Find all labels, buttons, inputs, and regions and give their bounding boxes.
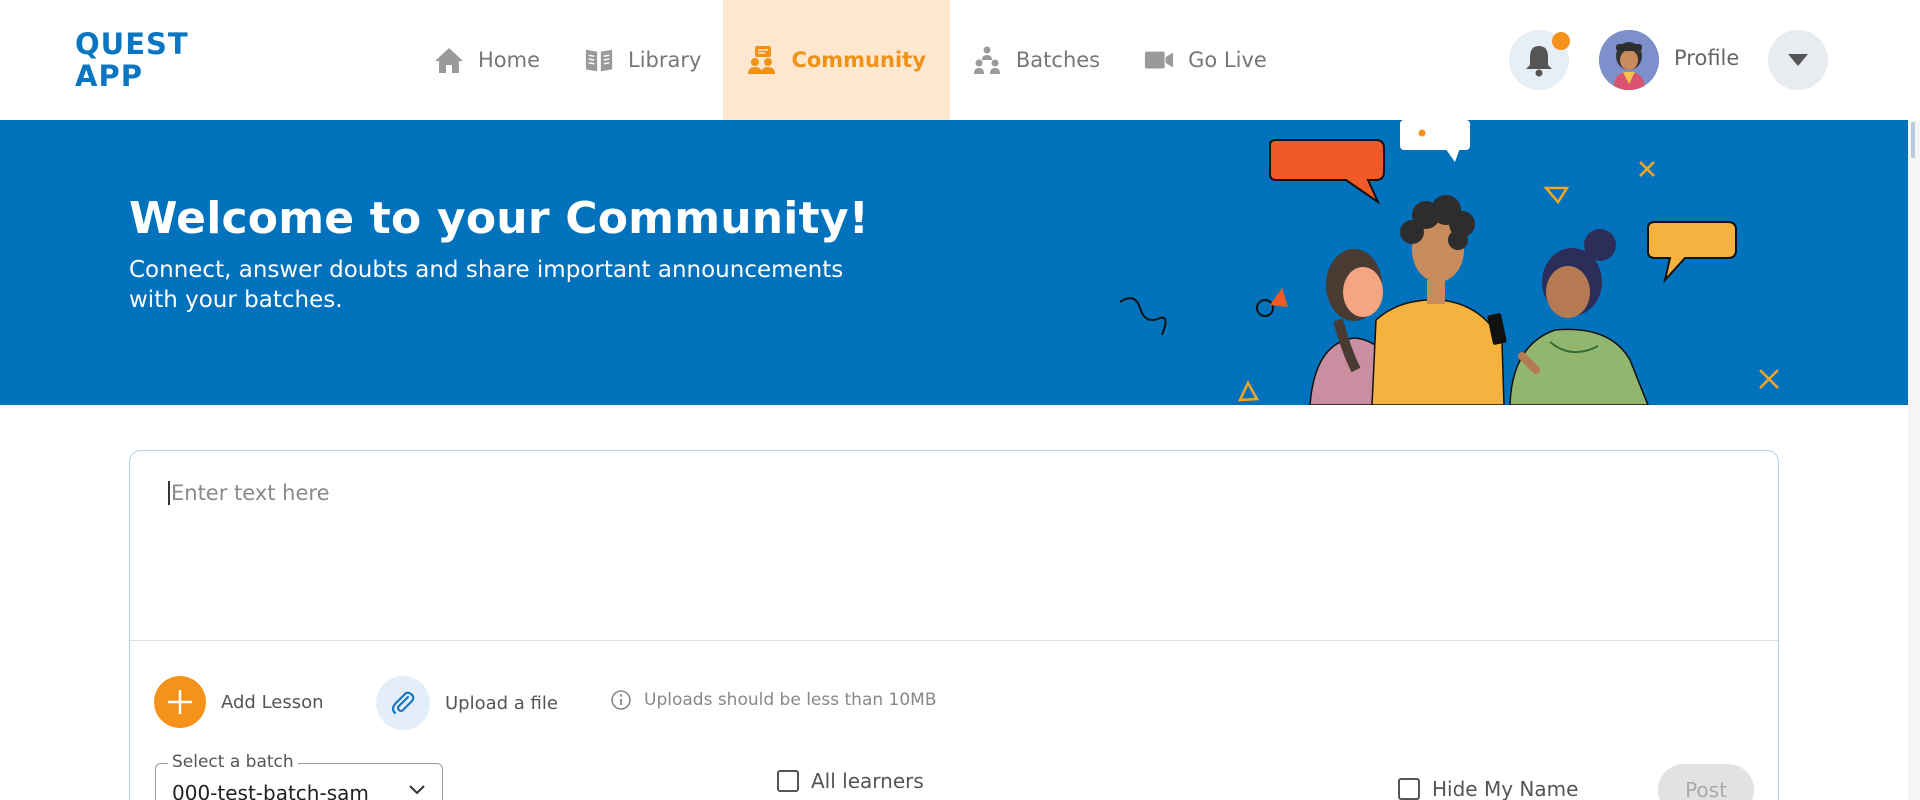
all-learners-checkbox-box[interactable]	[777, 770, 799, 792]
banner-title: Welcome to your Community!	[129, 193, 869, 244]
nav-label-community: Community	[791, 48, 926, 72]
upload-size-note: Uploads should be less than 10MB	[610, 689, 937, 711]
upload-file-label: Upload a file	[445, 692, 558, 714]
nav-item-library[interactable]: Library	[562, 0, 723, 120]
notifications-button[interactable]	[1509, 30, 1570, 90]
hide-my-name-checkbox[interactable]: Hide My Name	[1398, 777, 1578, 800]
book-icon	[584, 45, 614, 75]
avatar[interactable]	[1599, 30, 1659, 90]
nav-item-go-live[interactable]: Go Live	[1122, 0, 1289, 120]
nav-item-community[interactable]: Community	[723, 0, 950, 120]
video-camera-icon	[1144, 45, 1174, 75]
profile-label[interactable]: Profile	[1674, 46, 1739, 70]
post-composer: Enter text here Add Lesson Upload a file…	[129, 450, 1779, 800]
nav-label-home: Home	[478, 48, 541, 72]
profile-dropdown-button[interactable]	[1768, 30, 1828, 90]
add-lesson-label: Add Lesson	[221, 691, 324, 713]
all-learners-label: All learners	[811, 769, 924, 793]
batch-select-label: Select a batch	[168, 752, 298, 772]
scrollbar-thumb[interactable]	[1911, 122, 1915, 158]
nav-label-go-live: Go Live	[1188, 48, 1267, 72]
post-text-input[interactable]: Enter text here	[130, 451, 1778, 641]
community-icon	[747, 45, 777, 75]
batch-select[interactable]: Select a batch 000-test-batch-sam	[155, 752, 443, 800]
batches-icon	[972, 45, 1002, 75]
all-learners-checkbox[interactable]: All learners	[777, 769, 924, 793]
caret-down-icon	[1788, 54, 1808, 66]
home-icon	[434, 45, 464, 75]
post-button[interactable]: Post	[1658, 764, 1754, 800]
hide-my-name-checkbox-box[interactable]	[1398, 778, 1420, 800]
nav-item-home[interactable]: Home	[412, 0, 562, 120]
nav-item-batches[interactable]: Batches	[950, 0, 1122, 120]
chevron-down-icon	[409, 785, 425, 795]
add-lesson-button[interactable]: Add Lesson	[154, 676, 324, 728]
nav-label-library: Library	[628, 48, 702, 72]
top-header: QUEST APP Home Library Community Batches…	[0, 0, 1920, 120]
page-scrollbar[interactable]	[1908, 120, 1920, 800]
hide-my-name-label: Hide My Name	[1432, 777, 1579, 800]
upload-size-text: Uploads should be less than 10MB	[644, 690, 937, 710]
plus-icon	[154, 676, 206, 728]
welcome-banner: Welcome to your Community! Connect, answ…	[0, 120, 1908, 405]
nav-label-batches: Batches	[1015, 48, 1101, 72]
logo-line-2: APP	[75, 59, 143, 93]
app-logo[interactable]: QUEST APP	[75, 28, 189, 92]
banner-subtitle: Connect, answer doubts and share importa…	[129, 257, 844, 313]
batch-select-value: 000-test-batch-sam	[172, 781, 369, 800]
logo-line-1: QUEST	[75, 27, 189, 61]
community-illustration	[1119, 120, 1779, 405]
paperclip-icon	[376, 676, 430, 730]
main-nav: Home Library Community Batches Go Live	[412, 0, 1289, 120]
notification-badge	[1552, 32, 1570, 50]
bell-icon	[1526, 46, 1552, 77]
info-icon	[611, 690, 631, 710]
upload-file-button[interactable]: Upload a file	[376, 676, 558, 730]
post-text-placeholder: Enter text here	[168, 481, 330, 505]
